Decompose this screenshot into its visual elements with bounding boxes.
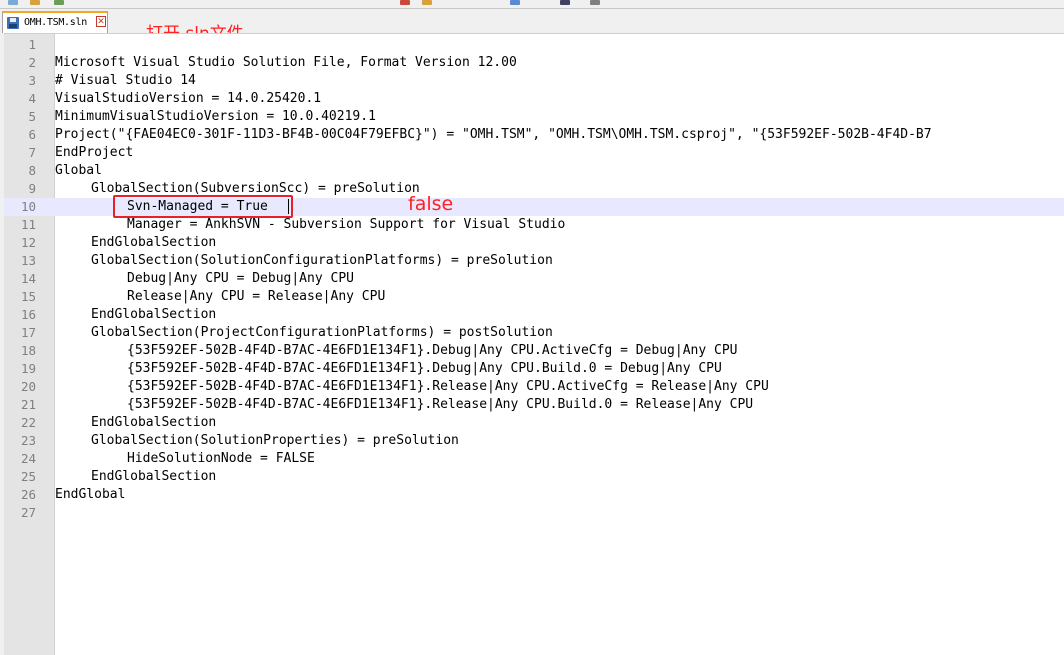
code-text: VisualStudioVersion = 14.0.25420.1 [55, 91, 322, 106]
text-caret [288, 199, 289, 214]
code-line[interactable]: 2 Microsoft Visual Studio Solution File, … [4, 54, 1064, 72]
line-number: 22 [20, 415, 36, 430]
line-number: 23 [20, 433, 36, 448]
tab-label: OMH.TSM.sln [24, 17, 87, 28]
annotation-highlight-box [113, 195, 293, 218]
code-text: GlobalSection(SolutionProperties) = preS… [91, 433, 459, 448]
code-text: Release|Any CPU = Release|Any CPU [127, 289, 386, 304]
line-number: 6 [28, 127, 36, 142]
line-number: 3 [28, 73, 36, 88]
code-text: {53F592EF-502B-4F4D-B7AC-4E6FD1E134F1}.D… [127, 343, 738, 358]
code-text: GlobalSection(SolutionConfigurationPlatf… [91, 253, 553, 268]
code-text: MinimumVisualStudioVersion = 10.0.40219.… [55, 109, 376, 124]
toolbar-icon[interactable] [30, 0, 40, 5]
line-number: 13 [20, 253, 36, 268]
code-text: Manager = AnkhSVN - Subversion Support f… [127, 217, 566, 232]
code-text: Global [55, 163, 102, 178]
line-number: 19 [20, 361, 36, 376]
code-line[interactable]: 6 Project("{FAE04EC0-301F-11D3-BF4B-00C04… [4, 126, 1064, 144]
code-line[interactable]: 20 {53F592EF-502B-4F4D-B7AC-4E6FD1E134F1}… [4, 378, 1064, 396]
line-number: 9 [28, 181, 36, 196]
code-line[interactable]: 3 # Visual Studio 14 [4, 72, 1064, 90]
code-text: EndGlobalSection [91, 469, 217, 484]
line-number: 17 [20, 325, 36, 340]
code-line[interactable]: 14 Debug|Any CPU = Debug|Any CPU [4, 270, 1064, 288]
line-number: 18 [20, 343, 36, 358]
code-line[interactable]: 24 HideSolutionNode = FALSE [4, 450, 1064, 468]
code-text: Debug|Any CPU = Debug|Any CPU [127, 271, 354, 286]
code-text: EndGlobalSection [91, 235, 217, 250]
save-icon [7, 17, 19, 29]
line-number: 14 [20, 271, 36, 286]
line-number: 26 [20, 487, 36, 502]
toolbar-icon[interactable] [54, 0, 64, 5]
code-text: Project("{FAE04EC0-301F-11D3-BF4B-00C04F… [55, 127, 932, 142]
code-text: EndProject [55, 145, 134, 160]
code-line[interactable]: 26 EndGlobal [4, 486, 1064, 504]
code-text: EndGlobal [55, 487, 126, 502]
line-number: 16 [20, 307, 36, 322]
code-text: HideSolutionNode = FALSE [127, 451, 315, 466]
code-text: # Visual Studio 14 [55, 73, 196, 88]
code-line[interactable]: 18 {53F592EF-502B-4F4D-B7AC-4E6FD1E134F1}… [4, 342, 1064, 360]
code-text: {53F592EF-502B-4F4D-B7AC-4E6FD1E134F1}.R… [127, 379, 769, 394]
toolbar-icon[interactable] [560, 0, 570, 5]
code-line[interactable]: 27 [4, 504, 1064, 522]
line-number: 15 [20, 289, 36, 304]
toolbar-icon[interactable] [400, 0, 410, 5]
line-number: 10 [20, 199, 36, 214]
code-line[interactable]: 13 GlobalSection(SolutionConfigurationPla… [4, 252, 1064, 270]
code-line[interactable]: 25 EndGlobalSection [4, 468, 1064, 486]
toolbar-icon[interactable] [510, 0, 520, 5]
code-text: EndGlobalSection [91, 307, 217, 322]
code-text: GlobalSection(ProjectConfigurationPlatfo… [91, 325, 553, 340]
code-line[interactable]: 8 Global [4, 162, 1064, 180]
annotation-false: false [408, 193, 454, 215]
code-line[interactable]: 4 VisualStudioVersion = 14.0.25420.1 [4, 90, 1064, 108]
code-text: {53F592EF-502B-4F4D-B7AC-4E6FD1E134F1}.R… [127, 397, 754, 412]
code-editor[interactable]: 1 2 Microsoft Visual Studio Solution File,… [4, 33, 1064, 655]
toolbar-icon[interactable] [8, 0, 18, 5]
tab-omh-tsm-sln[interactable]: OMH.TSM.sln ✕ [2, 11, 108, 33]
line-number: 25 [20, 469, 36, 484]
line-number: 21 [20, 397, 36, 412]
close-icon[interactable]: ✕ [96, 16, 106, 27]
line-number: 2 [28, 55, 36, 70]
code-line[interactable]: 17 GlobalSection(ProjectConfigurationPlat… [4, 324, 1064, 342]
code-text: Microsoft Visual Studio Solution File, F… [55, 55, 517, 70]
line-number: 24 [20, 451, 36, 466]
code-line[interactable]: 5 MinimumVisualStudioVersion = 10.0.40219… [4, 108, 1064, 126]
code-line[interactable]: 16 EndGlobalSection [4, 306, 1064, 324]
line-number: 7 [28, 145, 36, 160]
code-line[interactable]: 21 {53F592EF-502B-4F4D-B7AC-4E6FD1E134F1}… [4, 396, 1064, 414]
line-number: 8 [28, 163, 36, 178]
code-line[interactable]: 19 {53F592EF-502B-4F4D-B7AC-4E6FD1E134F1}… [4, 360, 1064, 378]
code-line[interactable]: 11 Manager = AnkhSVN - Subversion Support… [4, 216, 1064, 234]
line-number: 27 [20, 505, 36, 520]
toolbar-strip [0, 0, 1064, 9]
code-text: EndGlobalSection [91, 415, 217, 430]
toolbar-icon[interactable] [422, 0, 432, 5]
code-line[interactable]: 12 EndGlobalSection [4, 234, 1064, 252]
code-line[interactable]: 22 EndGlobalSection [4, 414, 1064, 432]
toolbar-icon[interactable] [590, 0, 600, 5]
line-number: 11 [20, 217, 36, 232]
code-line[interactable]: 23 GlobalSection(SolutionProperties) = pr… [4, 432, 1064, 450]
line-number: 12 [20, 235, 36, 250]
line-number: 20 [20, 379, 36, 394]
line-number: 4 [28, 91, 36, 106]
line-number: 1 [28, 37, 36, 52]
code-line[interactable]: 1 [4, 36, 1064, 54]
code-text: {53F592EF-502B-4F4D-B7AC-4E6FD1E134F1}.D… [127, 361, 722, 376]
line-number: 5 [28, 109, 36, 124]
code-line[interactable]: 15 Release|Any CPU = Release|Any CPU [4, 288, 1064, 306]
code-line[interactable]: 7 EndProject [4, 144, 1064, 162]
